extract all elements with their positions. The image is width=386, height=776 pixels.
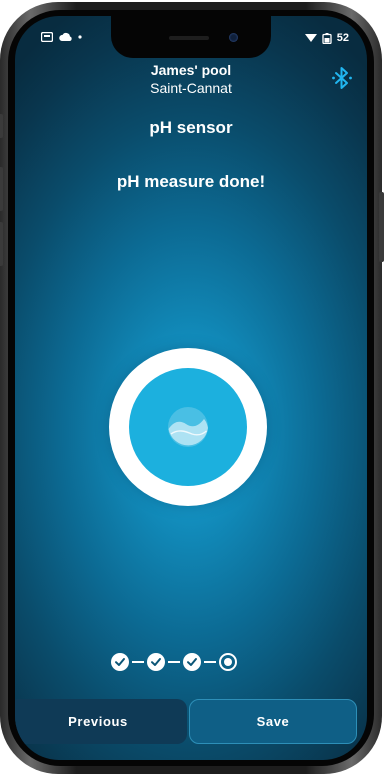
status-time: 52 bbox=[336, 32, 349, 44]
current-step-marker bbox=[224, 658, 232, 666]
water-wave-icon bbox=[168, 407, 208, 447]
status-bar-left bbox=[41, 32, 82, 42]
speaker-grille bbox=[169, 36, 209, 40]
check-icon bbox=[187, 658, 197, 666]
cloud-icon bbox=[59, 32, 72, 41]
volume-down-button bbox=[0, 222, 3, 266]
measure-indicator bbox=[109, 348, 267, 506]
front-camera bbox=[229, 33, 238, 42]
pool-name: James' pool bbox=[150, 62, 232, 78]
battery-icon bbox=[322, 32, 332, 44]
pool-location: Saint-Cannat bbox=[150, 80, 232, 96]
save-button[interactable]: Save bbox=[189, 699, 357, 744]
status-bar-right: 52 bbox=[304, 32, 349, 44]
check-icon bbox=[115, 658, 125, 666]
sensor-title: pH sensor bbox=[149, 118, 233, 137]
phone-frame: 52 James' pool Saint-Cannat pH sensor pH… bbox=[0, 2, 384, 774]
measure-status: pH measure done! bbox=[116, 172, 266, 191]
power-button bbox=[379, 192, 384, 262]
check-icon bbox=[151, 658, 161, 666]
app-screen: 52 James' pool Saint-Cannat pH sensor pH… bbox=[15, 16, 367, 760]
step-1-completed bbox=[111, 653, 129, 671]
notch bbox=[111, 16, 271, 58]
notification-icon bbox=[41, 32, 53, 42]
volume-up-button bbox=[0, 167, 3, 211]
bluetooth-icon[interactable] bbox=[331, 66, 353, 90]
status-dot-icon bbox=[78, 35, 82, 39]
step-3-completed bbox=[183, 653, 201, 671]
previous-button[interactable]: Previous bbox=[15, 699, 187, 744]
step-4-current bbox=[219, 653, 237, 671]
wifi-icon bbox=[304, 34, 317, 42]
side-button bbox=[0, 114, 3, 138]
measure-indicator-core bbox=[129, 368, 247, 486]
step-connector bbox=[204, 661, 216, 663]
step-connector bbox=[132, 661, 144, 663]
step-2-completed bbox=[147, 653, 165, 671]
step-connector bbox=[168, 661, 180, 663]
step-progress bbox=[111, 652, 271, 672]
